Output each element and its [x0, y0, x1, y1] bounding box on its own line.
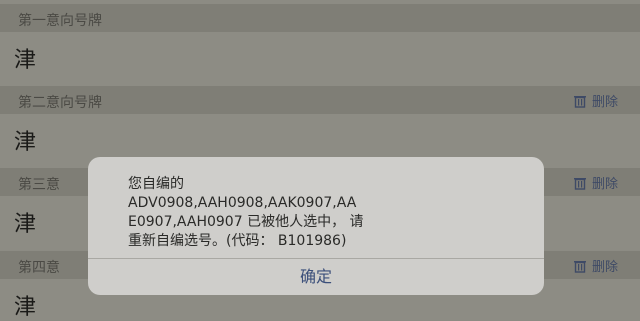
plate-selection-page: 第一意向号牌 津 第二意向号牌 删除 津 第三意 删除 津 第四意 删除 津 您… [0, 0, 640, 320]
section-label-1: 第一意向号牌 [18, 13, 102, 29]
delete-button-2[interactable]: 删除 [573, 91, 618, 110]
plate-prefix-1: 津 [14, 48, 37, 73]
trash-icon [573, 177, 586, 190]
delete-label-3: 删除 [591, 177, 618, 192]
dialog-message: 您自编的 ADV0908,AAH0908,AAK0907,AA E0907,AA… [128, 176, 364, 249]
section-label-2: 第二意向号牌 [18, 95, 102, 111]
section-header-2: 第二意向号牌 删除 [0, 86, 640, 114]
plate-prefix-4: 津 [14, 295, 37, 320]
delete-button-4[interactable]: 删除 [573, 256, 618, 275]
alert-dialog: 您自编的 ADV0908,AAH0908,AAK0907,AA E0907,AA… [88, 157, 544, 295]
plate-prefix-3: 津 [14, 212, 37, 237]
confirm-button[interactable]: 确定 [88, 259, 544, 295]
section-label-3: 第三意 [18, 177, 60, 193]
section-label-4: 第四意 [18, 260, 60, 276]
delete-button-3[interactable]: 删除 [573, 173, 618, 192]
delete-label-2: 删除 [591, 95, 618, 110]
plate-row-1[interactable]: 津 [0, 32, 640, 86]
delete-label-4: 删除 [591, 260, 618, 275]
trash-icon [573, 95, 586, 108]
section-header-1: 第一意向号牌 [0, 4, 640, 32]
trash-icon [573, 260, 586, 273]
plate-prefix-2: 津 [14, 130, 37, 155]
